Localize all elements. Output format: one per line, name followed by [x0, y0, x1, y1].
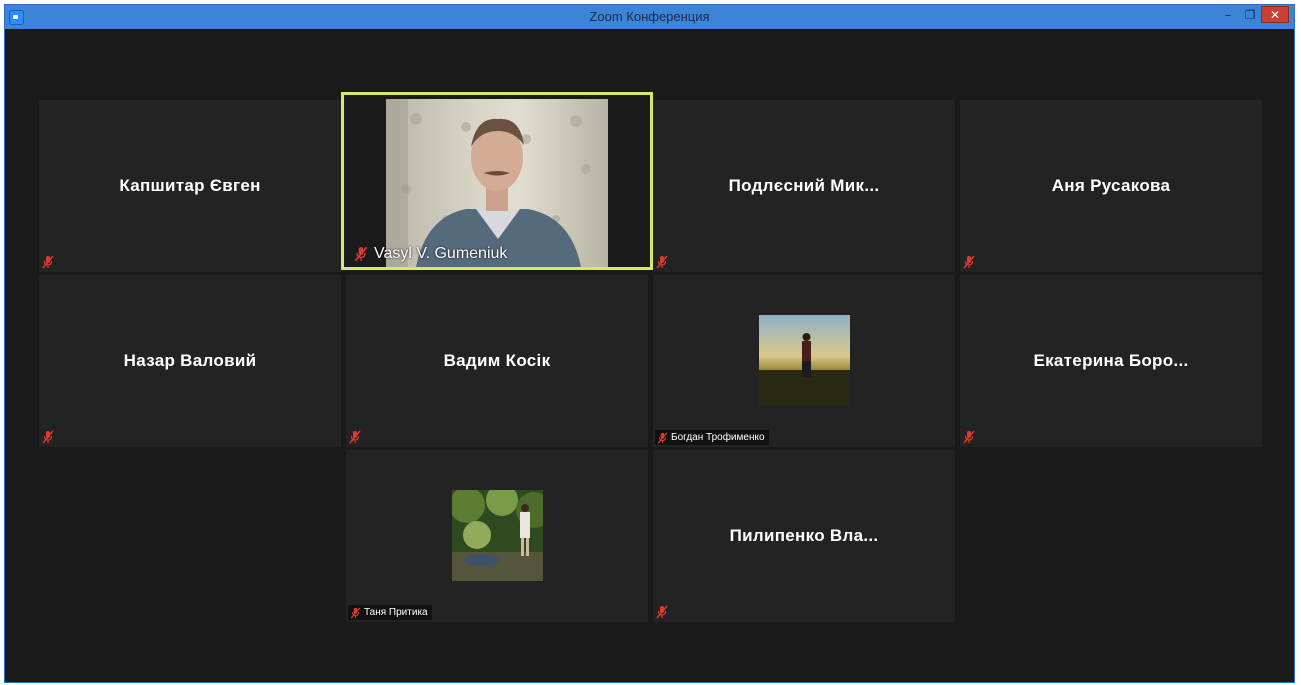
participant-label: Vasyl V. Gumeniuk [354, 245, 507, 263]
participant-name: Назар Валовий [123, 351, 257, 370]
muted-mic-icon [657, 432, 668, 444]
participant-name: Вадим Косік [443, 351, 551, 370]
muted-mic-icon [349, 430, 361, 444]
participant-name: Аня Русакова [1051, 176, 1171, 195]
profile-picture [759, 315, 850, 406]
muted-mic-icon [656, 255, 668, 269]
participant-tile[interactable]: Екатерина Боро... [960, 275, 1262, 447]
participant-name: Богдан Трофименко [671, 432, 765, 443]
participant-name: Пилипенко Вла... [729, 526, 879, 545]
participant-tile[interactable]: Назар Валовий [39, 275, 341, 447]
participant-name: Подлєсний Мик... [728, 176, 880, 195]
participant-tile[interactable]: Аня Русакова [960, 100, 1262, 272]
participant-name: Таня Притика [364, 607, 428, 618]
participant-tile[interactable]: Подлєсний Мик... [653, 100, 955, 272]
video-frame [386, 99, 591, 267]
muted-mic-icon [656, 605, 668, 619]
restore-button[interactable]: ❐ [1239, 5, 1261, 25]
participant-tile[interactable]: Богдан Трофименко [653, 275, 955, 447]
participant-tile[interactable]: Пилипенко Вла... [653, 450, 955, 622]
participant-name: Vasyl V. Gumeniuk [374, 245, 508, 262]
close-button[interactable]: ✕ [1261, 6, 1289, 23]
muted-mic-icon [42, 255, 54, 269]
participant-tile[interactable]: Вадим Косік [346, 275, 648, 447]
active-speaker-tile[interactable]: Vasyl V. Gumeniuk [341, 92, 653, 270]
participant-label: Богдан Трофименко [655, 430, 769, 445]
participant-video [386, 99, 608, 267]
muted-mic-icon [963, 430, 975, 444]
participant-name: Екатерина Боро... [1033, 351, 1189, 370]
muted-mic-icon [350, 607, 361, 619]
muted-mic-icon [963, 255, 975, 269]
title-bar[interactable]: Zoom Конференция – ❐ ✕ [5, 5, 1294, 29]
muted-mic-icon [354, 246, 368, 262]
profile-picture-image [759, 315, 850, 406]
muted-mic-icon [42, 430, 54, 444]
participant-tile[interactable]: Капшитар Євген [39, 100, 341, 272]
window-title: Zoom Конференция [589, 9, 710, 24]
participant-label: Таня Притика [348, 605, 432, 620]
minimize-button[interactable]: – [1217, 5, 1239, 25]
profile-picture [452, 490, 543, 581]
profile-picture-image [452, 490, 543, 581]
participant-tile[interactable]: Таня Притика [346, 450, 648, 622]
participant-name: Капшитар Євген [119, 176, 261, 195]
